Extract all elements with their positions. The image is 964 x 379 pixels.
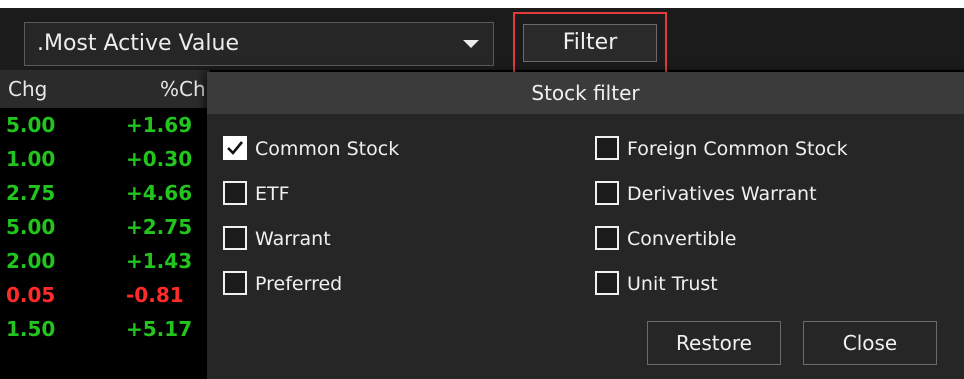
- checkbox[interactable]: [223, 136, 247, 160]
- option-label: Common Stock: [255, 138, 400, 160]
- restore-button[interactable]: Restore: [647, 321, 781, 365]
- option-label: ETF: [255, 183, 290, 205]
- cell-chg: 1.50: [6, 317, 56, 341]
- table-row[interactable]: 5.00 +2.75: [0, 210, 210, 244]
- table-row[interactable]: 2.00 +1.43: [0, 244, 210, 278]
- cell-chg: 5.00: [6, 215, 56, 239]
- checkbox[interactable]: [223, 181, 247, 205]
- option-label: Foreign Common Stock: [627, 138, 848, 160]
- cell-pct-chg: -0.81: [126, 283, 184, 307]
- option-label: Unit Trust: [627, 273, 718, 295]
- table-row[interactable]: 5.00 +1.69: [0, 108, 210, 142]
- table-row[interactable]: 2.75 +4.66: [0, 176, 210, 210]
- filter-highlight: Filter: [513, 12, 667, 74]
- table-row[interactable]: 0.05 -0.81: [0, 278, 210, 312]
- list-select[interactable]: .Most Active Value: [24, 22, 494, 66]
- checkbox[interactable]: [223, 271, 247, 295]
- cell-pct-chg: +5.17: [126, 317, 193, 341]
- cell-pct-chg: +4.66: [126, 181, 193, 205]
- checkbox[interactable]: [595, 181, 619, 205]
- checkbox[interactable]: [595, 136, 619, 160]
- cell-chg: 2.00: [6, 249, 56, 273]
- cell-pct-chg: +1.69: [126, 113, 193, 137]
- checkbox[interactable]: [595, 271, 619, 295]
- option-label: Convertible: [627, 228, 737, 250]
- app-window: .Most Active Value Filter Chg %Ch 5.00 +…: [0, 8, 964, 379]
- cell-pct-chg: +2.75: [126, 215, 193, 239]
- cell-chg: 1.00: [6, 147, 56, 171]
- checkbox[interactable]: [595, 226, 619, 250]
- toolbar: .Most Active Value Filter: [0, 8, 964, 74]
- list-select-value: .Most Active Value: [37, 31, 239, 56]
- cell-chg: 2.75: [6, 181, 56, 205]
- table-header: Chg %Ch: [0, 70, 210, 108]
- table-row[interactable]: 1.50 +5.17: [0, 312, 210, 346]
- stock-filter-dialog: Stock filter Common Stock ETF Warrant Pr…: [207, 72, 964, 379]
- quote-table: Chg %Ch 5.00 +1.69 1.00 +0.30 2.75 +4.66…: [0, 70, 210, 379]
- table-row[interactable]: 1.00 +0.30: [0, 142, 210, 176]
- option-label: Derivatives Warrant: [627, 183, 817, 205]
- option-label: Warrant: [255, 228, 331, 250]
- checkmark-icon: [227, 141, 244, 155]
- option-label: Preferred: [255, 273, 343, 295]
- cell-chg: 0.05: [6, 283, 56, 307]
- header-chg[interactable]: Chg: [8, 70, 47, 108]
- cell-pct-chg: +1.43: [126, 249, 193, 273]
- header-pct-chg[interactable]: %Ch: [160, 70, 206, 108]
- chevron-down-icon[interactable]: [463, 40, 479, 48]
- checkbox[interactable]: [223, 226, 247, 250]
- dialog-title: Stock filter: [207, 72, 964, 114]
- cell-chg: 5.00: [6, 113, 56, 137]
- filter-button[interactable]: Filter: [523, 24, 657, 62]
- cell-pct-chg: +0.30: [126, 147, 193, 171]
- close-button[interactable]: Close: [803, 321, 937, 365]
